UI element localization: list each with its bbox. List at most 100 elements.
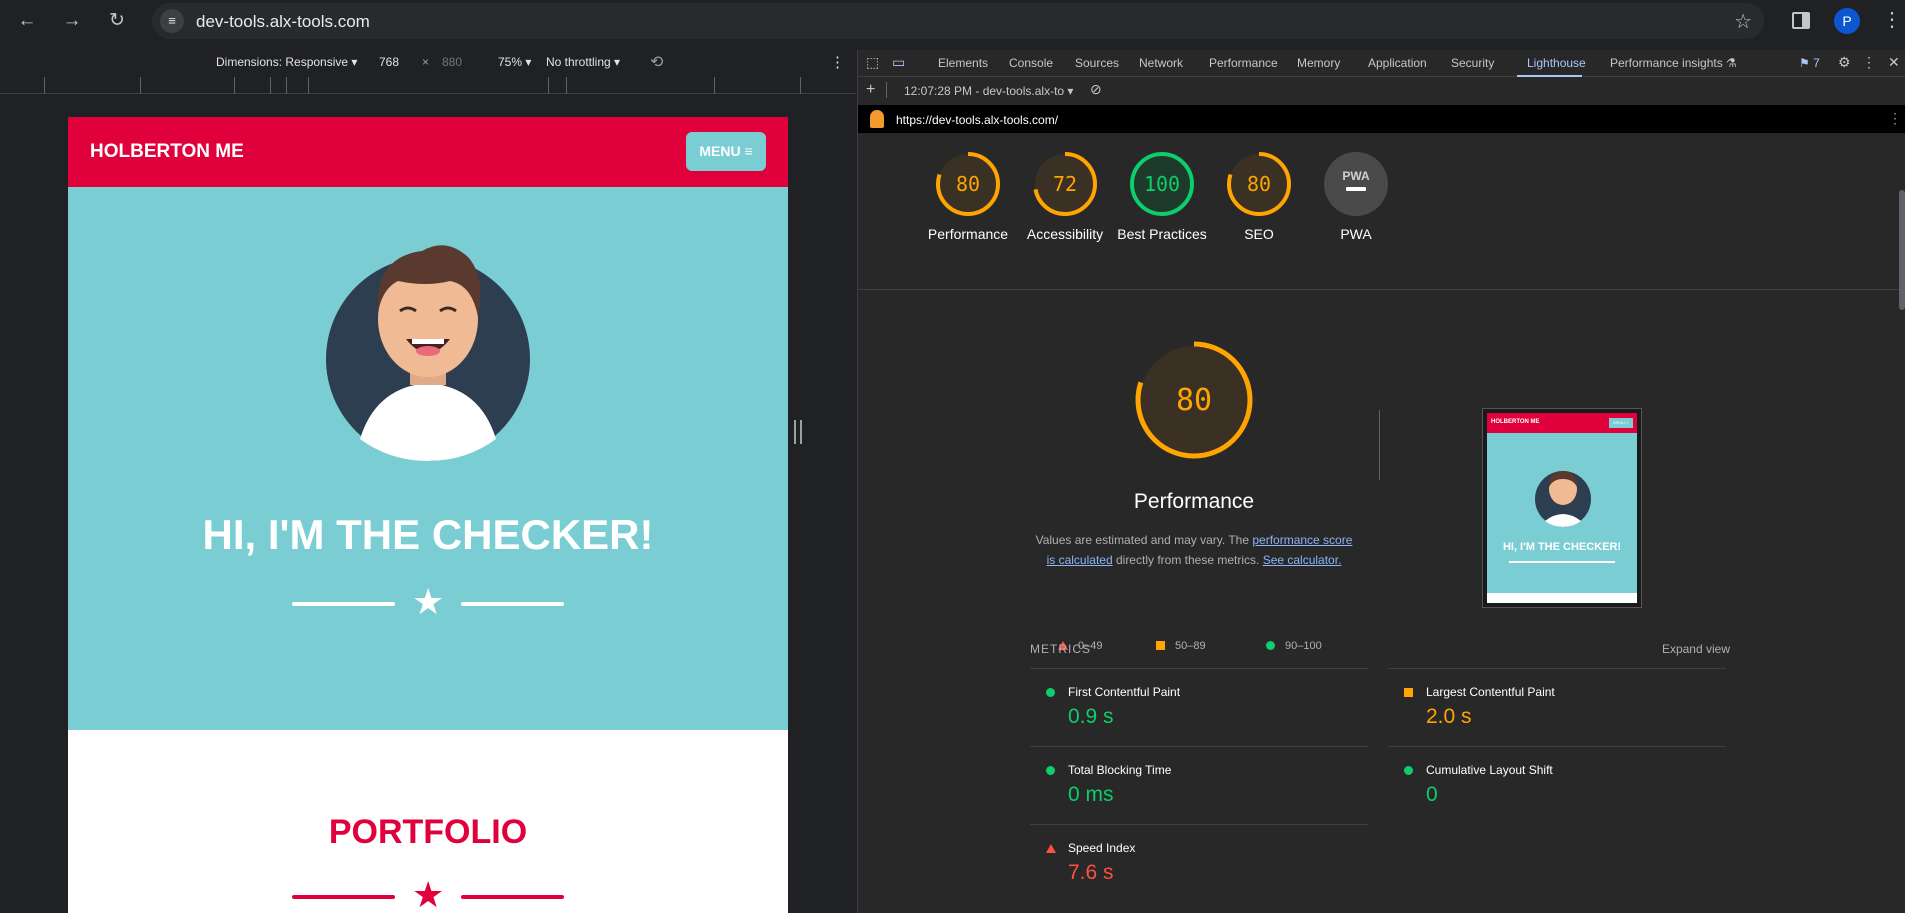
rotate-icon[interactable]: ⟲ xyxy=(650,52,663,72)
metric-name: Total Blocking Time xyxy=(1068,763,1172,777)
tab-sources[interactable]: Sources xyxy=(1075,56,1119,70)
lighthouse-toolbar: + 12:07:28 PM - dev-tools.alx-to ▾ ⊘ xyxy=(858,78,1905,104)
svg-text:80: 80 xyxy=(1247,172,1271,196)
gauge-ring: 80 xyxy=(936,152,1000,216)
bookmark-star-icon[interactable]: ☆ xyxy=(1734,9,1752,34)
metric-value: 0 xyxy=(1426,783,1438,806)
metrics-label: METRICS xyxy=(1030,642,1091,656)
average-square-icon xyxy=(1404,688,1413,697)
browser-toolbar: ← → ↻ ≡ dev-tools.alx-tools.com ☆ P ⋮ xyxy=(0,0,1905,42)
gauge-ring: 100 xyxy=(1130,152,1194,216)
emulated-viewport: HOLBERTON ME MENU ≡ HI, I'M THE CHECKER!… xyxy=(0,95,856,913)
metric-value: 0 ms xyxy=(1068,783,1114,806)
metric-name: First Contentful Paint xyxy=(1068,685,1181,699)
browser-menu-icon[interactable]: ⋮ xyxy=(1882,7,1902,32)
height-input[interactable]: 880 xyxy=(442,55,462,69)
pass-circle-icon xyxy=(1046,688,1055,697)
pass-circle-icon xyxy=(1404,766,1413,775)
address-url[interactable]: dev-tools.alx-tools.com xyxy=(196,12,370,32)
tab-elements[interactable]: Elements xyxy=(938,56,988,70)
svg-text:72: 72 xyxy=(1053,172,1077,196)
gauge-ring: 80 xyxy=(1227,152,1291,216)
svg-text:PWA: PWA xyxy=(1342,169,1370,183)
devtools-panel: ⬚ ▭ Elements Console Sources Network Per… xyxy=(857,50,1905,913)
side-panel-icon[interactable] xyxy=(1792,12,1810,29)
settings-gear-icon[interactable]: ⚙ xyxy=(1838,54,1851,71)
close-devtools-icon[interactable]: ✕ xyxy=(1888,54,1900,71)
gauge-best-practices[interactable]: 100 Best Practices xyxy=(1116,150,1208,244)
dimensions-select[interactable]: Dimensions: Responsive ▾ xyxy=(216,55,357,69)
address-bar[interactable]: ≡ dev-tools.alx-tools.com ☆ xyxy=(152,3,1764,39)
svg-text:80: 80 xyxy=(956,172,980,196)
site-info-icon[interactable]: ≡ xyxy=(160,9,184,33)
device-toggle-icon[interactable]: ▭ xyxy=(892,54,905,71)
reload-icon[interactable]: ↻ xyxy=(104,8,130,34)
back-icon[interactable]: ← xyxy=(14,8,40,34)
profile-avatar[interactable]: P xyxy=(1834,8,1860,34)
device-toolbar: Dimensions: Responsive ▾ 768 × 880 75% ▾… xyxy=(0,50,856,76)
clear-reports-icon[interactable]: ⊘ xyxy=(1090,81,1102,98)
zoom-select[interactable]: 75% ▾ xyxy=(498,55,531,69)
metrics-header: METRICS Expand view xyxy=(1030,642,1730,656)
inspect-element-icon[interactable]: ⬚ xyxy=(866,54,879,71)
metric-value: 7.6 s xyxy=(1068,861,1114,884)
devtools-tabbar: ⬚ ▭ Elements Console Sources Network Per… xyxy=(858,50,1905,77)
checker-avatar-illustration xyxy=(326,245,530,461)
star-icon: ★ xyxy=(412,581,445,622)
metric-name: Cumulative Layout Shift xyxy=(1426,763,1553,777)
menu-button[interactable]: MENU ≡ xyxy=(686,132,766,171)
expand-view-toggle[interactable]: Expand view xyxy=(1662,642,1730,656)
throttling-select[interactable]: No throttling ▾ xyxy=(546,55,620,69)
performance-description: Values are estimated and may vary. The p… xyxy=(1035,533,1353,567)
device-more-icon[interactable]: ⋮ xyxy=(830,53,845,71)
media-query-ruler xyxy=(0,77,856,94)
gauge-label: PWA xyxy=(1340,226,1372,242)
portfolio-star-divider: ★ xyxy=(292,874,564,913)
report-selector[interactable]: 12:07:28 PM - dev-tools.alx-to ▾ xyxy=(904,84,1073,98)
tab-console[interactable]: Console xyxy=(1009,56,1053,70)
new-report-icon[interactable]: + xyxy=(866,81,875,99)
report-url[interactable]: https://dev-tools.alx-tools.com/ xyxy=(896,113,1058,127)
tab-memory[interactable]: Memory xyxy=(1297,56,1340,70)
metric-value: 2.0 s xyxy=(1426,705,1472,728)
metric-total-blocking-time: Total Blocking Time 0 ms xyxy=(1030,746,1368,824)
devtools-more-icon[interactable]: ⋮ xyxy=(1862,54,1876,71)
site-navbar: HOLBERTON ME MENU ≡ xyxy=(68,117,788,187)
gauge-seo[interactable]: 80 SEO xyxy=(1213,150,1305,244)
issues-count[interactable]: ⚑ 7 xyxy=(1799,56,1820,70)
portfolio-heading: PORTFOLIO xyxy=(328,813,528,851)
tab-application[interactable]: Application xyxy=(1368,56,1427,70)
site-brand[interactable]: HOLBERTON ME xyxy=(90,141,244,163)
gauge-label: Performance xyxy=(927,226,1009,242)
final-screenshot-thumbnail[interactable]: HOLBERTON ME MENU ≡ HI, I'M THE CHECKER! xyxy=(1482,408,1642,608)
metric-first-contentful-paint: First Contentful Paint 0.9 s xyxy=(1030,668,1368,746)
viewport-resize-handle[interactable] xyxy=(794,420,802,444)
scrollbar-thumb[interactable] xyxy=(1899,190,1905,310)
see-calculator-link[interactable]: See calculator. xyxy=(1263,553,1342,567)
metric-name: Speed Index xyxy=(1068,841,1136,855)
gauge-accessibility[interactable]: 72 Accessibility xyxy=(1019,150,1111,244)
tab-lighthouse[interactable]: Lighthouse xyxy=(1527,56,1586,70)
svg-text:100: 100 xyxy=(1144,172,1180,196)
emulated-page: HOLBERTON ME MENU ≡ HI, I'M THE CHECKER!… xyxy=(68,117,788,913)
lighthouse-logo-icon xyxy=(870,110,884,128)
tab-security[interactable]: Security xyxy=(1451,56,1494,70)
metric-largest-contentful-paint: Largest Contentful Paint 2.0 s xyxy=(1388,668,1726,746)
report-menu-icon[interactable]: ⋮ xyxy=(1888,110,1902,127)
performance-big-gauge: 80 xyxy=(1135,341,1253,459)
metric-name: Largest Contentful Paint xyxy=(1426,685,1555,699)
hero-star-divider: ★ xyxy=(292,581,564,624)
hero-section: HI, I'M THE CHECKER! ★ xyxy=(68,187,788,730)
forward-icon[interactable]: → xyxy=(59,8,85,34)
tab-network[interactable]: Network xyxy=(1139,56,1183,70)
report-url-bar: https://dev-tools.alx-tools.com/ ⋮ xyxy=(858,105,1905,133)
gauge-pwa[interactable]: PWA PWA xyxy=(1310,150,1402,244)
metric-speed-index: Speed Index 7.6 s xyxy=(1030,824,1368,902)
times-sign: × xyxy=(422,55,430,69)
width-input[interactable]: 768 xyxy=(379,55,399,69)
tab-performance-insights[interactable]: Performance insights ⚗ xyxy=(1610,56,1737,70)
tab-performance[interactable]: Performance xyxy=(1209,56,1278,70)
vertical-separator xyxy=(1379,410,1380,480)
gauge-performance[interactable]: 80 Performance xyxy=(922,150,1014,244)
star-icon: ★ xyxy=(412,874,445,913)
